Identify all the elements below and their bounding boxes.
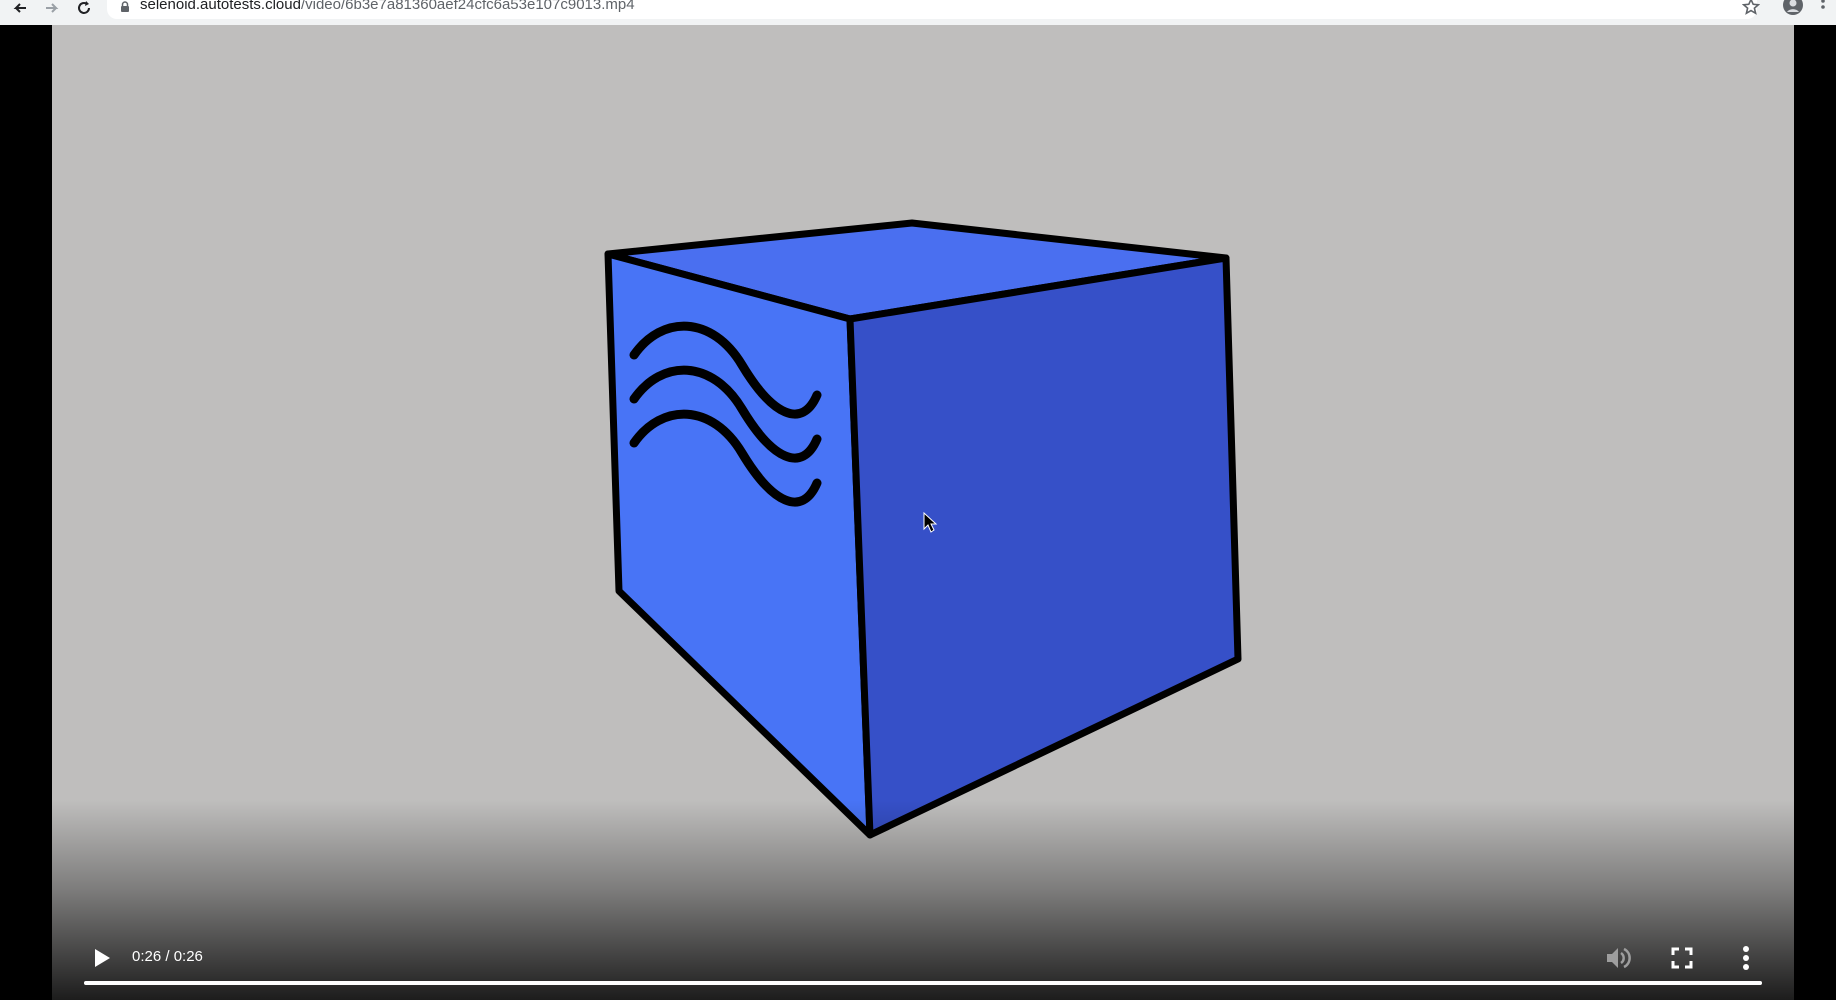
address-bar[interactable]: selenoid.autotests.cloud/video/6b3e7a813… bbox=[107, 0, 1757, 19]
cube-right-face bbox=[846, 254, 1242, 839]
browser-toolbar: selenoid.autotests.cloud/video/6b3e7a813… bbox=[0, 0, 1836, 25]
play-icon bbox=[95, 949, 110, 967]
reload-button[interactable] bbox=[70, 0, 98, 18]
url-path: /video/6b3e7a81360aef24cfc6a53e107c9013.… bbox=[300, 0, 635, 13]
fullscreen-icon bbox=[1671, 947, 1693, 969]
reload-icon bbox=[78, 1, 90, 14]
more-options-button[interactable] bbox=[1728, 940, 1764, 976]
play-button[interactable] bbox=[84, 940, 120, 976]
forward-button[interactable] bbox=[38, 0, 66, 18]
arrow-right-icon bbox=[46, 3, 59, 13]
video-player[interactable]: 0:26 / 0:26 bbox=[52, 25, 1794, 1000]
back-button[interactable] bbox=[6, 0, 34, 18]
more-vertical-icon bbox=[1743, 946, 1749, 970]
arrow-left-icon bbox=[13, 3, 26, 13]
progress-fill bbox=[84, 981, 1762, 985]
fullscreen-button[interactable] bbox=[1664, 940, 1700, 976]
url-domain: selenoid.autotests.cloud bbox=[140, 0, 301, 13]
profile-icon[interactable] bbox=[1783, 0, 1803, 15]
kebab-menu-icon[interactable] bbox=[1818, 0, 1828, 16]
url-text: selenoid.autotests.cloud/video/6b3e7a813… bbox=[140, 0, 635, 13]
time-display: 0:26 / 0:26 bbox=[132, 948, 203, 965]
volume-button[interactable] bbox=[1600, 940, 1636, 976]
volume-icon bbox=[1607, 947, 1631, 969]
progress-bar[interactable] bbox=[84, 981, 1762, 985]
controls-overlay bbox=[52, 800, 1794, 1000]
lock-icon bbox=[121, 1, 129, 12]
star-icon[interactable] bbox=[1742, 0, 1760, 16]
